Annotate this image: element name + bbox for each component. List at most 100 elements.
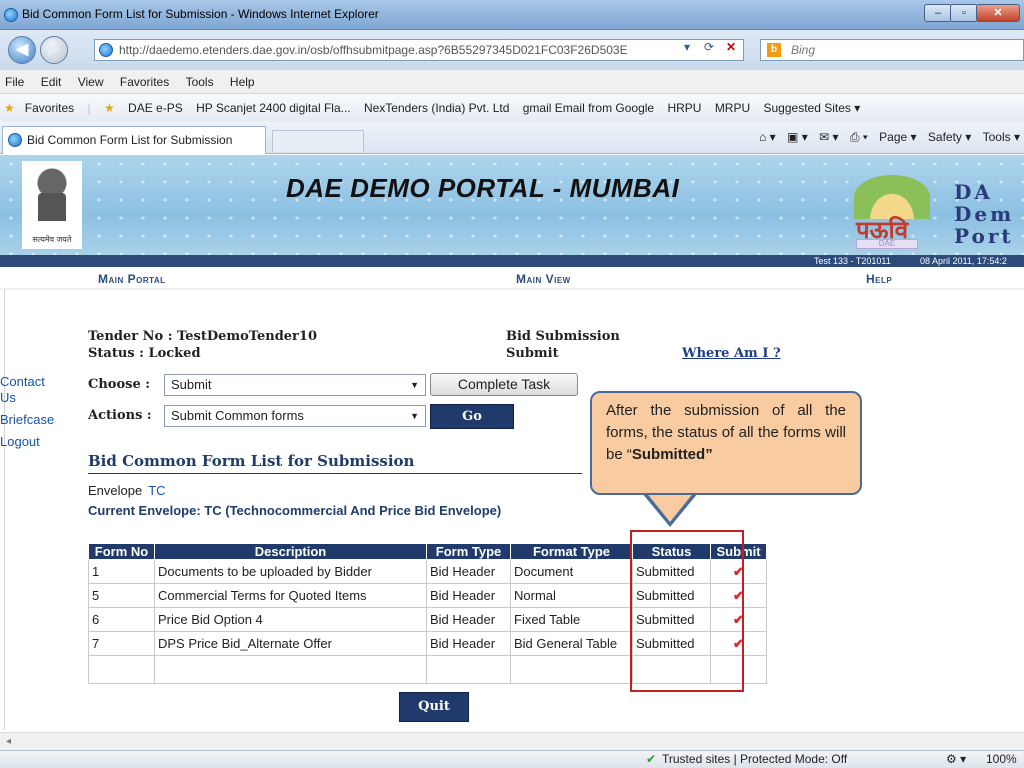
command-bar: ⌂ ▾ ▣ ▾ ✉ ▾ ⎙ ▾ Page ▾ Safety ▾ Tools ▾ [751, 130, 1020, 145]
nav-main-view[interactable]: Main View [516, 272, 571, 286]
envelope-label: Envelope [88, 483, 143, 498]
back-button[interactable]: ◀ [8, 36, 36, 64]
fav-gmail[interactable]: gmail Email from Google [523, 94, 654, 122]
top-nav: Main Portal Main View Help [0, 268, 1024, 290]
nav-main-portal[interactable]: Main Portal [98, 272, 166, 286]
menu-view[interactable]: View [78, 70, 104, 94]
sidebar: Contact Us Briefcase Logout [0, 374, 80, 456]
zone-settings-icon[interactable]: ⚙ ▾ [946, 751, 966, 768]
side-text-line-3: Port [954, 224, 1014, 248]
security-zone[interactable]: Trusted sites | Protected Mode: Off [662, 751, 847, 768]
tab-title: Bid Common Form List for Submission [27, 133, 233, 147]
current-envelope: Current Envelope: TC (Technocommercial A… [88, 503, 502, 518]
forward-button[interactable]: ▶ [40, 36, 68, 64]
address-bar[interactable]: http://daedemo.etenders.dae.gov.in/osb/o… [94, 39, 744, 61]
choose-select[interactable]: Submit ▼ [164, 374, 426, 396]
annotation-callout: After the submission of all the forms, t… [590, 391, 862, 495]
section-title: Bid Common Form List for Submission [88, 452, 415, 470]
choose-value: Submit [171, 377, 212, 392]
fav-dae-eps[interactable]: DAE e-PS [128, 94, 183, 122]
fav-suggested-sites[interactable]: Suggested Sites ▾ [764, 94, 861, 122]
menu-tools[interactable]: Tools [186, 70, 214, 94]
chevron-down-icon: ▼ [410, 411, 419, 421]
stop-icon[interactable]: ✕ [720, 40, 742, 54]
search-box[interactable]: b Bing [760, 39, 1024, 61]
cell-description: Documents to be uploaded by Bidder [154, 559, 427, 584]
cell-form-no: 7 [88, 631, 155, 656]
sidebar-logout[interactable]: Logout [0, 434, 80, 450]
nav-help[interactable]: Help [866, 272, 892, 286]
status-highlight-box [630, 530, 744, 692]
tools-menu[interactable]: Tools ▾ [983, 130, 1020, 144]
favorites-button[interactable]: Favorites [25, 94, 74, 122]
menu-edit[interactable]: Edit [41, 70, 62, 94]
home-icon[interactable]: ⌂ ▾ [759, 130, 776, 144]
browser-tab[interactable]: Bid Common Form List for Submission [2, 126, 266, 154]
close-button[interactable]: ✕ [976, 4, 1020, 22]
add-favorite-icon[interactable]: ★ [104, 94, 115, 122]
search-placeholder: Bing [791, 43, 816, 57]
fav-hrpu[interactable]: HRPU [667, 94, 701, 122]
go-button[interactable]: Go [430, 404, 514, 429]
actions-select[interactable]: Submit Common forms ▼ [164, 405, 426, 427]
minimize-button[interactable]: – [924, 4, 952, 22]
favorites-bar: ★ Favorites | ★ DAE e-PS HP Scanjet 2400 … [0, 94, 1024, 122]
callout-pointer [642, 491, 698, 527]
cell-form-no: 1 [88, 559, 155, 584]
stage-name: Bid Submission [506, 329, 620, 344]
safety-menu[interactable]: Safety ▾ [928, 130, 971, 144]
separator: | [87, 101, 91, 115]
ie-icon [4, 8, 18, 22]
cell-form-no: 5 [88, 583, 155, 608]
callout-bold-text: Submitted” [631, 446, 713, 463]
side-text-line-2: Dem [954, 202, 1015, 226]
horizontal-scrollbar[interactable]: ◂ [0, 732, 1024, 750]
menu-bar: File Edit View Favorites Tools Help [0, 70, 1024, 94]
tab-icon [8, 133, 22, 147]
sidebar-contact-us[interactable]: Contact Us [0, 374, 60, 406]
actions-label: Actions : [88, 408, 152, 423]
chevron-down-icon: ▼ [410, 380, 419, 390]
print-icon[interactable]: ⎙ ▾ [850, 130, 868, 144]
cell-description: Commercial Terms for Quoted Items [154, 583, 427, 608]
favorites-star-icon: ★ [4, 101, 15, 115]
menu-help[interactable]: Help [230, 70, 255, 94]
menu-favorites[interactable]: Favorites [120, 70, 169, 94]
portal-banner: सत्यमेव जयते DAE DEMO PORTAL - MUMBAI पऊ… [0, 155, 1024, 255]
emblem-caption: सत्यमेव जयते [32, 235, 72, 244]
left-divider [4, 290, 5, 730]
envelope-row: Envelope TC [88, 483, 166, 498]
zoom-level[interactable]: 100% [986, 751, 1017, 768]
where-am-i-link[interactable]: Where Am I ? [682, 346, 781, 361]
envelope-value[interactable]: TC [148, 483, 165, 498]
fav-nextenders[interactable]: NexTenders (India) Pvt. Ltd [364, 94, 509, 122]
menu-file[interactable]: File [5, 70, 24, 94]
fav-hp-scanjet[interactable]: HP Scanjet 2400 digital Fla... [196, 94, 351, 122]
complete-task-button[interactable]: Complete Task [430, 373, 578, 396]
cell-form-type: Bid Header [426, 583, 511, 608]
page-menu[interactable]: Page ▾ [879, 130, 916, 144]
cell-description: Price Bid Option 4 [154, 607, 427, 632]
compat-view-icon[interactable]: ▾ [676, 40, 698, 54]
refresh-icon[interactable]: ⟳ [698, 40, 720, 54]
mail-icon[interactable]: ✉ ▾ [819, 130, 838, 144]
fav-mrpu[interactable]: MRPU [715, 94, 750, 122]
cell-description: DPS Price Bid_Alternate Offer [154, 631, 427, 656]
logo-dae-box: DAE [856, 239, 918, 249]
tender-status: Status : Locked [88, 346, 201, 361]
page-icon [99, 43, 113, 57]
new-tab-button[interactable] [272, 130, 364, 152]
cell-format-type: Fixed Table [510, 607, 633, 632]
trusted-check-icon: ✔ [646, 752, 657, 766]
maximize-button[interactable]: ▫ [950, 4, 978, 22]
feeds-icon[interactable]: ▣ ▾ [787, 130, 808, 144]
datetime: 08 April 2011, 17:54:2 [920, 256, 1007, 266]
cell-format-type: Bid General Table [510, 631, 633, 656]
quit-button[interactable]: Quit [399, 692, 469, 722]
empty-cell [426, 655, 511, 684]
user-id: Test 133 - T201011 [814, 256, 891, 266]
sidebar-briefcase[interactable]: Briefcase [0, 412, 80, 428]
substage-name: Submit [506, 346, 559, 361]
cell-form-type: Bid Header [426, 631, 511, 656]
cell-format-type: Document [510, 559, 633, 584]
